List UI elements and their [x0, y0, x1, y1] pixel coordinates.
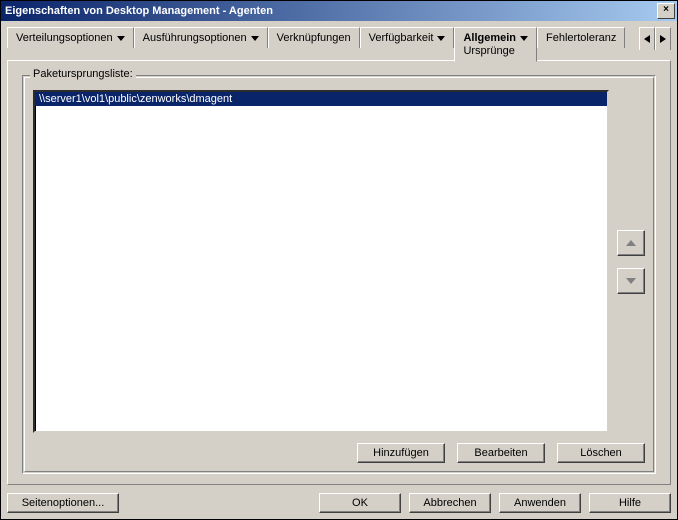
- window-title: Eigenschaften von Desktop Management - A…: [5, 5, 657, 17]
- triangle-left-icon: [644, 35, 650, 43]
- triangle-down-icon: [626, 278, 636, 284]
- tab-verf-gbarkeit[interactable]: Verfügbarkeit: [360, 27, 455, 48]
- chevron-down-icon: [251, 36, 259, 41]
- tab-label: Ausführungsoptionen: [143, 32, 259, 44]
- tab-label: Verfügbarkeit: [369, 32, 446, 44]
- titlebar: Eigenschaften von Desktop Management - A…: [1, 1, 677, 21]
- ok-button[interactable]: OK: [319, 493, 401, 513]
- tab-ausf-hrungsoptionen[interactable]: Ausführungsoptionen: [134, 27, 268, 48]
- tab-scroll-left[interactable]: [639, 27, 655, 50]
- close-button[interactable]: ×: [657, 3, 675, 19]
- client-area: Verteilungsoptionen Ausführungsoptionen Ve…: [1, 21, 677, 519]
- tab-verkn-pfungen[interactable]: Verknüpfungen: [268, 27, 360, 48]
- cancel-button[interactable]: Abbrechen: [409, 493, 491, 513]
- triangle-right-icon: [660, 35, 666, 43]
- chevron-down-icon: [117, 36, 125, 41]
- chevron-down-icon: [437, 36, 445, 41]
- tab-label: Verknüpfungen: [277, 32, 351, 44]
- group-button-row: Hinzufügen Bearbeiten Löschen: [33, 443, 645, 463]
- tab-label: Verteilungsoptionen: [16, 32, 125, 44]
- tab-panel: Paketursprungsliste: \\server1\vol1\publ…: [7, 60, 671, 485]
- source-listbox[interactable]: \\server1\vol1\public\zenworks\dmagent: [33, 90, 609, 433]
- dialog-button-row: Seitenoptionen... OK Abbrechen Anwenden …: [7, 493, 671, 513]
- dialog-window: Eigenschaften von Desktop Management - A…: [0, 0, 678, 520]
- tab-scroll-right[interactable]: [655, 27, 671, 50]
- reorder-buttons: [617, 90, 645, 433]
- help-button[interactable]: Hilfe: [589, 493, 671, 513]
- tab-verteilungsoptionen[interactable]: Verteilungsoptionen: [7, 27, 134, 48]
- group-legend: Paketursprungsliste:: [30, 68, 136, 80]
- page-options-button[interactable]: Seitenoptionen...: [7, 493, 119, 513]
- move-down-button[interactable]: [617, 268, 645, 294]
- delete-button[interactable]: Löschen: [557, 443, 645, 463]
- package-source-group: Paketursprungsliste: \\server1\vol1\publ…: [22, 75, 656, 474]
- tab-subpage-label: Ursprünge: [463, 45, 514, 57]
- chevron-down-icon: [520, 36, 528, 41]
- apply-button[interactable]: Anwenden: [499, 493, 581, 513]
- source-listbox-inner: \\server1\vol1\public\zenworks\dmagent: [35, 92, 607, 431]
- tab-scrollers: [639, 27, 671, 50]
- triangle-up-icon: [626, 240, 636, 246]
- tab-allgemein[interactable]: AllgemeinUrsprünge: [454, 27, 537, 62]
- edit-button[interactable]: Bearbeiten: [457, 443, 545, 463]
- tab-fehlertoleranz[interactable]: Fehlertoleranz: [537, 27, 625, 48]
- add-button[interactable]: Hinzufügen: [357, 443, 445, 463]
- tab-label: Allgemein: [463, 32, 528, 44]
- move-up-button[interactable]: [617, 230, 645, 256]
- list-item[interactable]: \\server1\vol1\public\zenworks\dmagent: [35, 92, 607, 106]
- close-icon: ×: [663, 4, 669, 15]
- tab-strip: Verteilungsoptionen Ausführungsoptionen Ve…: [7, 27, 671, 61]
- tab-label: Fehlertoleranz: [546, 32, 616, 44]
